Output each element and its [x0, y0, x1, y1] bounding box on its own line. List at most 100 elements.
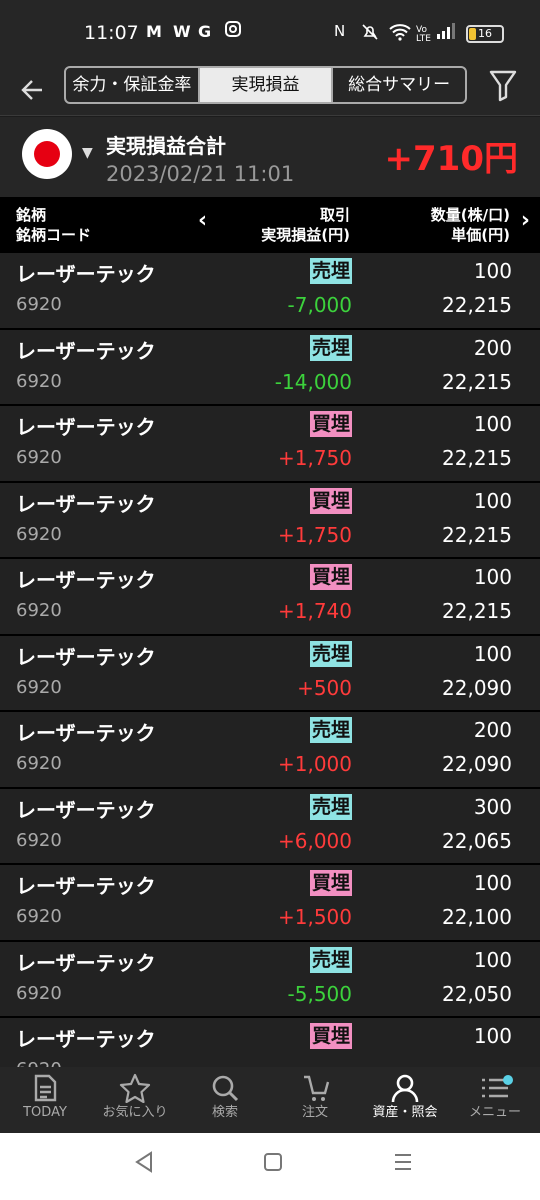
trade-type-badge: 売埋	[309, 717, 352, 743]
trade-type-badge: 買埋	[309, 870, 352, 896]
realized-pl: +1,740	[277, 599, 352, 623]
stock-name: レーザーテック	[16, 491, 156, 516]
trade-list[interactable]: レーザーテック 6920 売埋 -7,000 100 22,215 レーザーテック 6920 売…	[0, 253, 540, 1067]
unit-price: 22,215	[442, 293, 512, 317]
nav-assets[interactable]: 資産・照会	[360, 1067, 450, 1133]
person-icon	[360, 1067, 450, 1105]
trade-type-badge: 売埋	[309, 640, 352, 667]
quantity: 100	[473, 565, 512, 589]
bottom-nav: TODAY お気に入り 検索 注文 資産・照会 メニュー	[0, 1067, 540, 1133]
table-row[interactable]: レーザーテック 6920 売埋 +6,000 300 22,065	[0, 788, 540, 865]
unit-price: 22,090	[442, 675, 512, 700]
stock-name: レーザーテック	[16, 568, 156, 592]
tab-margin[interactable]: 余力・保証金率	[66, 68, 198, 102]
quantity: 100	[473, 259, 512, 283]
segmented-tabs: 余力・保証金率 実現損益 総合サマリー	[64, 66, 467, 104]
table-row[interactable]: レーザーテック 6920 買埋 +1,750 100 22,215	[0, 482, 540, 559]
unit-price: 22,215	[442, 599, 512, 623]
japan-flag-icon[interactable]	[22, 129, 72, 179]
notification-dot	[503, 1075, 513, 1085]
signal-icon	[436, 22, 458, 44]
nav-search[interactable]: 検索	[180, 1067, 270, 1133]
stock-name: レーザーテック	[16, 721, 156, 745]
notes-icon: W	[173, 22, 191, 41]
column-header: 銘柄 銘柄コード ‹ 取引 実現損益(円) 数量(株/口) 単価(円) ›	[0, 197, 540, 253]
realized-pl: -7,000	[287, 293, 352, 317]
quantity: 100	[473, 641, 512, 666]
realized-pl: +1,500	[277, 905, 352, 929]
unit-price: 22,215	[442, 446, 512, 470]
realized-pl: +1,750	[277, 446, 352, 470]
battery-icon: 16	[466, 25, 504, 43]
quantity: 100	[473, 1024, 512, 1048]
stock-code: 6920	[16, 982, 62, 1004]
table-row[interactable]: レーザーテック 6920 買埋 +1,750 100 22,215	[0, 406, 540, 483]
unit-price: 22,215	[442, 369, 512, 394]
stock-code: 6920	[16, 447, 62, 468]
tab-summary[interactable]: 総合サマリー	[331, 68, 465, 102]
system-back-icon[interactable]	[134, 1151, 154, 1179]
realized-pl: -5,500	[287, 981, 352, 1006]
trade-type-badge: 売埋	[309, 258, 352, 284]
quantity: 200	[473, 718, 512, 742]
volte-icon: Vo LTE	[416, 25, 431, 44]
back-arrow-icon[interactable]	[20, 72, 50, 108]
trade-type-badge: 買埋	[309, 411, 352, 437]
table-row[interactable]: レーザーテック 6920 買埋 100	[0, 1018, 540, 1067]
stock-code: 6920	[16, 829, 62, 851]
chevron-right-icon[interactable]: ›	[521, 210, 530, 232]
realized-pl: +1,000	[277, 752, 352, 776]
table-row[interactable]: レーザーテック 6920 売埋 -7,000 100 22,215	[0, 253, 540, 330]
nav-menu[interactable]: メニュー	[450, 1067, 540, 1133]
stock-name: レーザーテック	[16, 950, 156, 975]
realized-pl: -14,000	[274, 369, 352, 394]
stock-name: レーザーテック	[16, 338, 156, 363]
stock-code: 6920	[16, 523, 62, 545]
trade-type-badge: 買埋	[309, 1023, 352, 1049]
unit-price: 22,065	[442, 828, 512, 853]
unit-price: 22,050	[442, 981, 512, 1006]
menu-icon	[450, 1067, 540, 1105]
trade-type-badge: 売埋	[309, 334, 352, 361]
chevron-left-icon[interactable]: ‹	[198, 210, 207, 232]
stock-code: 6920	[16, 294, 62, 315]
system-nav-bar	[0, 1133, 540, 1200]
realized-pl: +500	[297, 675, 352, 700]
tab-realized-pl[interactable]: 実現損益	[197, 68, 332, 102]
table-row[interactable]: レーザーテック 6920 売埋 +1,000 200 22,090	[0, 712, 540, 789]
status-time: 11:07	[84, 22, 139, 44]
quantity: 100	[473, 947, 512, 972]
table-row[interactable]: レーザーテック 6920 売埋 -14,000 200 22,215	[0, 329, 540, 406]
unit-price: 22,090	[442, 752, 512, 776]
table-row[interactable]: レーザーテック 6920 買埋 +1,500 100 22,100	[0, 865, 540, 942]
stock-code: 6920	[16, 600, 62, 621]
nav-order[interactable]: 注文	[270, 1067, 360, 1133]
gmail-icon: M	[146, 22, 162, 41]
table-row[interactable]: レーザーテック 6920 売埋 -5,500 100 22,050	[0, 941, 540, 1018]
stock-name: レーザーテック	[16, 797, 156, 822]
column-trade-pl: 取引 実現損益(円)	[261, 206, 350, 244]
status-bar: 11:07 M W G N Vo LTE 16	[0, 0, 540, 66]
system-home-icon[interactable]	[263, 1151, 283, 1179]
nav-favorites[interactable]: お気に入り	[90, 1067, 180, 1133]
stock-name: レーザーテック	[16, 644, 156, 669]
quantity: 100	[473, 871, 512, 895]
stock-code: 6920	[16, 906, 62, 927]
nfc-icon: N	[334, 22, 346, 40]
filter-icon[interactable]	[488, 68, 518, 102]
stock-name: レーザーテック	[16, 874, 156, 898]
search-icon	[180, 1067, 270, 1105]
trade-type-badge: 買埋	[309, 487, 352, 514]
quantity: 100	[473, 488, 512, 513]
dropdown-caret-icon[interactable]: ▼	[82, 145, 93, 161]
pl-summary: ▼ 実現損益合計 2023/02/21 11:01 +710円	[0, 117, 540, 197]
nav-today[interactable]: TODAY	[0, 1067, 90, 1133]
table-row[interactable]: レーザーテック 6920 買埋 +1,740 100 22,215	[0, 559, 540, 636]
mute-icon	[360, 22, 380, 46]
cart-icon	[270, 1067, 360, 1105]
summary-title: 実現損益合計	[106, 134, 226, 158]
trade-type-badge: 売埋	[309, 793, 352, 820]
stock-code: 6920	[16, 1059, 62, 1067]
table-row[interactable]: レーザーテック 6920 売埋 +500 100 22,090	[0, 635, 540, 712]
system-recents-icon[interactable]	[393, 1151, 413, 1179]
